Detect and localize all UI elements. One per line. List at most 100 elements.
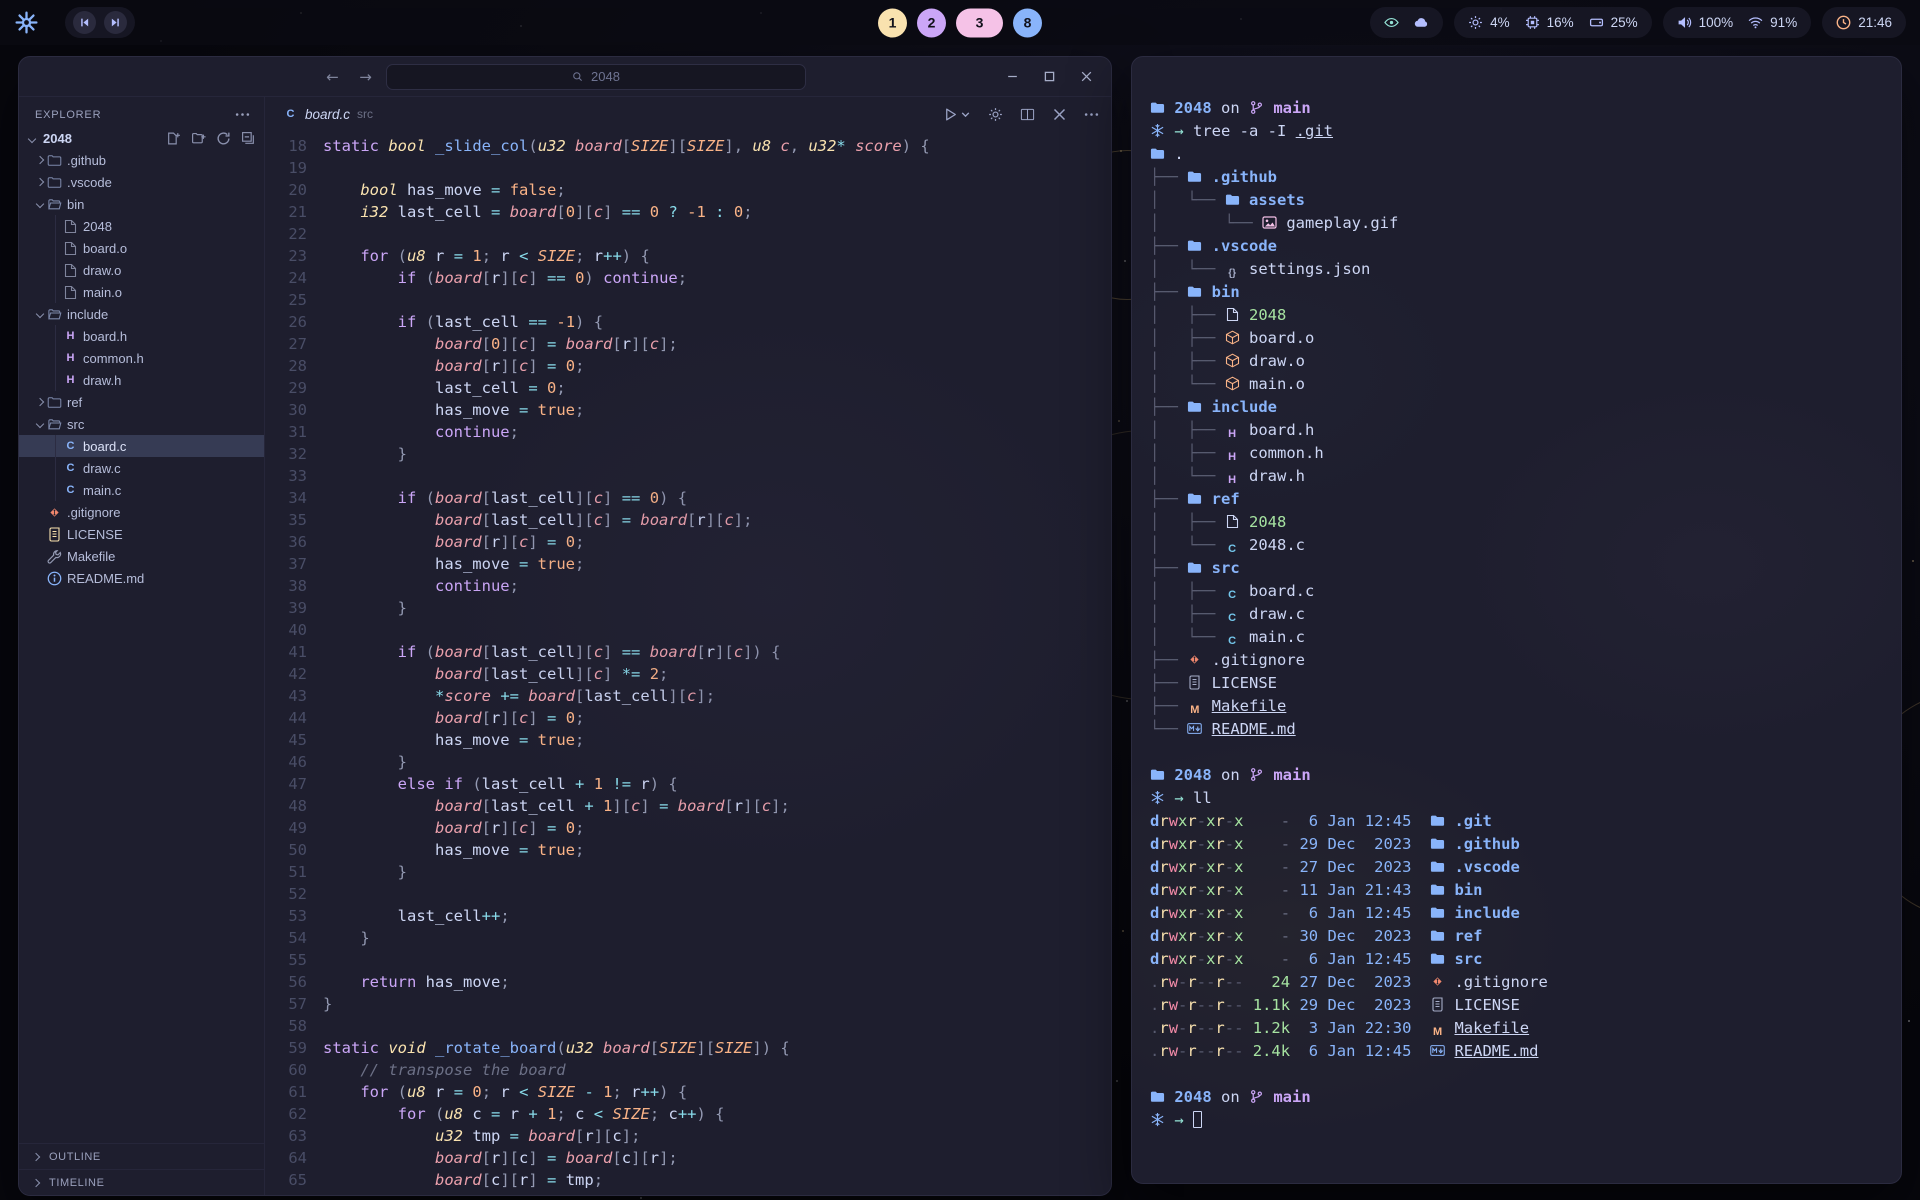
code-line-39[interactable]: } [323,597,1111,619]
code-line-57[interactable]: } [323,993,1111,1015]
back-arrow-icon[interactable]: ← [324,69,341,84]
code-line-33[interactable]: ​ [323,465,1111,487]
code-editor[interactable]: 1819202122232425262728293031323334353637… [265,131,1111,1195]
explorer-item-include[interactable]: include [19,303,264,325]
code-line-25[interactable]: ​ [323,289,1111,311]
code-line-61[interactable]: for (u8 r = 0; r < SIZE - 1; r++) { [323,1081,1111,1103]
code-line-48[interactable]: board[last_cell + 1][c] = board[r][c]; [323,795,1111,817]
code-line-42[interactable]: board[last_cell][c] *= 2; [323,663,1111,685]
explorer-item-draw-c[interactable]: Cdraw.c [19,457,264,479]
maximize-button[interactable] [1043,70,1056,83]
workspace-1[interactable]: 1 [878,8,907,37]
code-line-55[interactable]: ​ [323,949,1111,971]
tab-board-c[interactable]: C board.c src [271,97,385,131]
launcher-button[interactable] [14,10,39,35]
code-line-27[interactable]: board[0][c] = board[r][c]; [323,333,1111,355]
code-line-23[interactable]: for (u8 r = 1; r < SIZE; r++) { [323,245,1111,267]
code-line-40[interactable]: ​ [323,619,1111,641]
code-line-38[interactable]: continue; [323,575,1111,597]
code-line-52[interactable]: ​ [323,883,1111,905]
code-line-34[interactable]: if (board[last_cell][c] == 0) { [323,487,1111,509]
close-editor-button[interactable] [1052,107,1067,122]
explorer-item-readme-md[interactable]: README.md [19,567,264,589]
explorer-item-ref[interactable]: ref [19,391,264,413]
explorer-item-board-c[interactable]: Cboard.c [19,435,264,457]
close-button[interactable] [1080,70,1093,83]
code-line-45[interactable]: has_move = true; [323,729,1111,751]
audio-network-widget[interactable]: 100%91% [1663,7,1812,38]
code-line-24[interactable]: if (board[r][c] == 0) continue; [323,267,1111,289]
code-line-36[interactable]: board[r][c] = 0; [323,531,1111,553]
code-line-56[interactable]: return has_move; [323,971,1111,993]
code-line-46[interactable]: } [323,751,1111,773]
code-line-35[interactable]: board[last_cell][c] = board[r][c]; [323,509,1111,531]
panel-timeline[interactable]: TIMELINE [19,1169,264,1195]
workspace-3[interactable]: 3 [956,8,1003,37]
explorer-item--vscode[interactable]: .vscode [19,171,264,193]
explorer-item--gitignore[interactable]: .gitignore [19,501,264,523]
code-line-32[interactable]: } [323,443,1111,465]
explorer-item-draw-o[interactable]: draw.o [19,259,264,281]
media-skip-forward-button[interactable] [104,11,127,34]
refresh-explorer-button[interactable] [216,131,231,146]
code-line-30[interactable]: has_move = true; [323,399,1111,421]
code-line-65[interactable]: board[c][r] = tmp; [323,1169,1111,1191]
explorer-item--github[interactable]: .github [19,149,264,171]
split-editor-button[interactable] [1020,107,1035,122]
media-skip-back-button[interactable] [73,11,96,34]
clock-widget[interactable]: 21:46 [1822,7,1906,38]
code-line-60[interactable]: // transpose the board [323,1059,1111,1081]
terminal-output[interactable]: 2048 on main → tree -a -I .git .├── .git… [1132,57,1901,1148]
settings-button[interactable] [988,107,1003,122]
code-line-21[interactable]: i32 last_cell = board[0][c] == 0 ? -1 : … [323,201,1111,223]
code-line-54[interactable]: } [323,927,1111,949]
code-line-28[interactable]: board[r][c] = 0; [323,355,1111,377]
code-line-22[interactable]: ​ [323,223,1111,245]
code-line-41[interactable]: if (board[last_cell][c] == board[r][c]) … [323,641,1111,663]
workspace-2[interactable]: 2 [917,8,946,37]
explorer-item-makefile[interactable]: Makefile [19,545,264,567]
code-line-50[interactable]: has_move = true; [323,839,1111,861]
more-icon[interactable] [235,107,250,122]
code-line-53[interactable]: last_cell++; [323,905,1111,927]
code-line-20[interactable]: bool has_move = false; [323,179,1111,201]
explorer-item-draw-h[interactable]: Hdraw.h [19,369,264,391]
code-line-59[interactable]: static void _rotate_board(u32 board[SIZE… [323,1037,1111,1059]
forward-arrow-icon[interactable]: → [357,69,374,84]
code-line-29[interactable]: last_cell = 0; [323,377,1111,399]
code-line-37[interactable]: has_move = true; [323,553,1111,575]
new-folder-button[interactable] [191,131,206,146]
new-file-button[interactable] [166,131,181,146]
explorer-item-board-o[interactable]: board.o [19,237,264,259]
explorer-item-src[interactable]: src [19,413,264,435]
code-line-43[interactable]: *score += board[last_cell][c]; [323,685,1111,707]
code-line-47[interactable]: else if (last_cell + 1 != r) { [323,773,1111,795]
explorer-root[interactable]: 2048 [19,128,264,149]
code-line-49[interactable]: board[r][c] = 0; [323,817,1111,839]
code-line-44[interactable]: board[r][c] = 0; [323,707,1111,729]
code-line-19[interactable]: ​ [323,157,1111,179]
search-bar[interactable]: 2048 [386,64,806,90]
run-button[interactable] [943,107,971,122]
code-line-51[interactable]: } [323,861,1111,883]
workspace-8[interactable]: 8 [1013,8,1042,37]
collapse-folders-button[interactable] [241,131,256,146]
weather-widget[interactable] [1370,7,1443,38]
more-actions-button[interactable] [1084,107,1099,122]
code-line-31[interactable]: continue; [323,421,1111,443]
explorer-item-main-o[interactable]: main.o [19,281,264,303]
code-line-63[interactable]: u32 tmp = board[r][c]; [323,1125,1111,1147]
code-line-58[interactable]: ​ [323,1015,1111,1037]
explorer-item-2048[interactable]: 2048 [19,215,264,237]
explorer-item-common-h[interactable]: Hcommon.h [19,347,264,369]
explorer-item-license[interactable]: LICENSE [19,523,264,545]
code-line-62[interactable]: for (u8 c = r + 1; c < SIZE; c++) { [323,1103,1111,1125]
panel-outline[interactable]: OUTLINE [19,1143,264,1169]
minimize-button[interactable] [1006,70,1019,83]
code-line-18[interactable]: static bool _slide_col(u32 board[SIZE][S… [323,135,1111,157]
explorer-item-main-c[interactable]: Cmain.c [19,479,264,501]
system-stats-widget[interactable]: 4%16%25% [1454,7,1652,38]
explorer-item-board-h[interactable]: Hboard.h [19,325,264,347]
code-line-26[interactable]: if (last_cell == -1) { [323,311,1111,333]
explorer-item-bin[interactable]: bin [19,193,264,215]
